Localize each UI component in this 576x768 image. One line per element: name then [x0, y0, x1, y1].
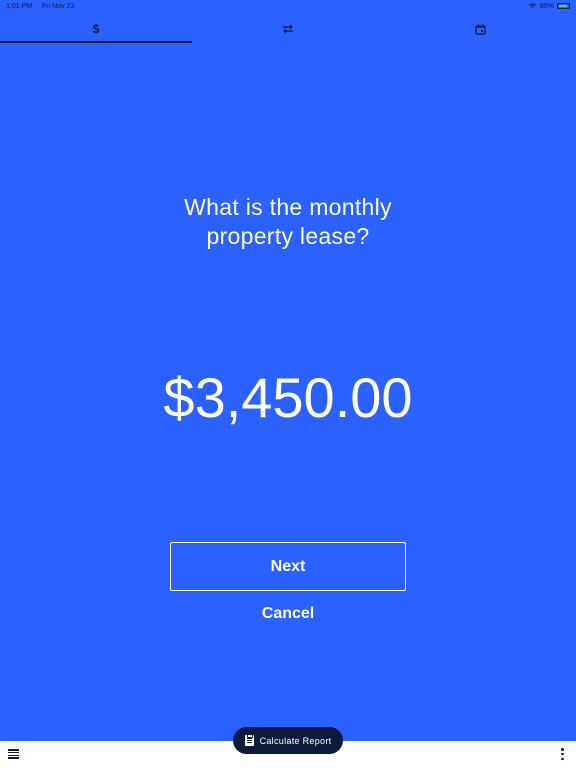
status-date: Fri Nov 23 — [42, 2, 75, 10]
more-vertical-icon[interactable] — [561, 748, 564, 760]
battery-icon — [557, 3, 570, 9]
battery-percent: 86% — [539, 2, 554, 10]
question-line-1: What is the monthly — [184, 194, 392, 220]
amount-value[interactable]: $3,450.00 — [38, 363, 538, 433]
swap-arrows-icon — [283, 24, 293, 34]
battery-fill — [559, 5, 567, 7]
calculate-report-button[interactable]: Calculate Report — [233, 727, 343, 754]
tab-calendar[interactable] — [384, 14, 576, 44]
wifi-icon — [528, 3, 537, 9]
cancel-button[interactable]: Cancel — [218, 600, 358, 628]
tab-bar: $ — [0, 14, 576, 44]
clipboard-icon — [244, 734, 254, 746]
question-line-2: property lease? — [206, 223, 370, 249]
status-time: 1:01 PM — [6, 2, 33, 10]
tab-amount[interactable]: $ — [0, 14, 192, 44]
next-button[interactable]: Next — [170, 542, 406, 591]
question-text: What is the monthly property lease? — [88, 193, 488, 251]
status-left: 1:01 PM Fri Nov 23 — [6, 3, 82, 10]
menu-icon[interactable] — [8, 749, 19, 759]
tab-transfer[interactable] — [192, 14, 384, 44]
calculate-report-label: Calculate Report — [259, 735, 332, 746]
dollar-icon: $ — [92, 22, 100, 36]
calendar-icon — [474, 24, 486, 35]
status-right: 86% — [528, 3, 570, 10]
status-bar: 1:01 PM Fri Nov 23 86% — [0, 0, 576, 12]
